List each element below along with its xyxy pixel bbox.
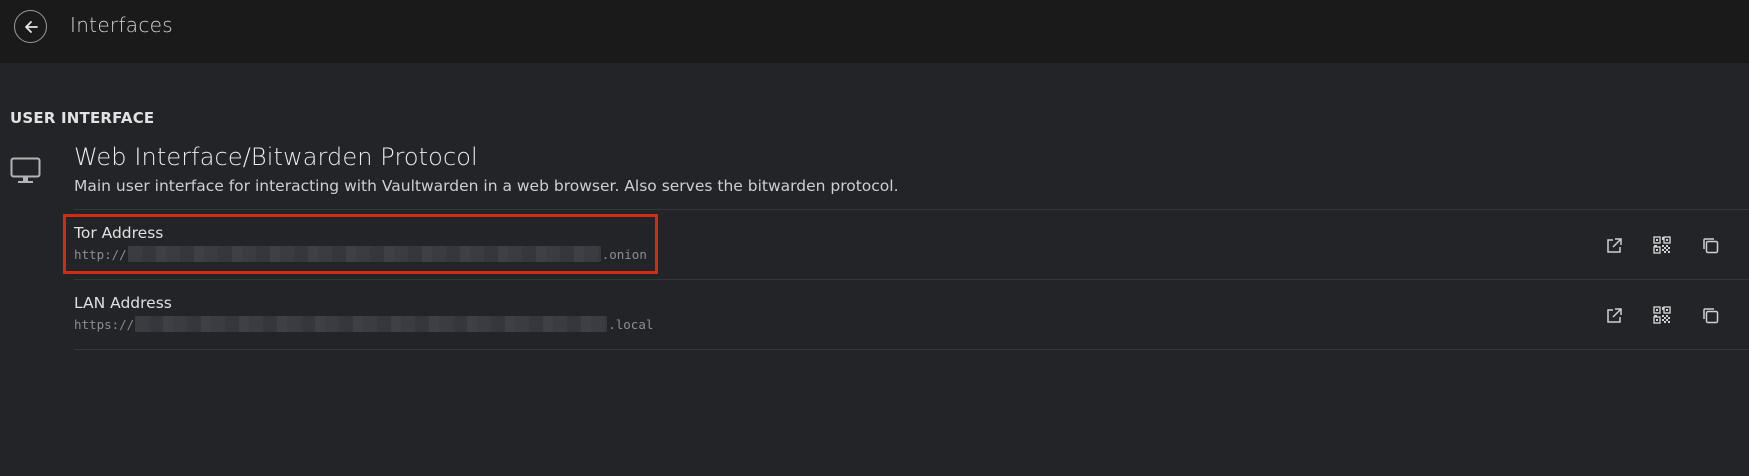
copy-icon: [1702, 307, 1718, 323]
url-suffix: .onion: [601, 246, 647, 262]
address-label: LAN Address: [74, 294, 172, 312]
copy-icon: [1702, 237, 1718, 253]
open-external-button[interactable]: [1605, 306, 1623, 324]
qr-code-icon: [1653, 306, 1671, 324]
address-url[interactable]: https:// .local: [74, 316, 653, 332]
address-row-lan: LAN Address https:// .local: [74, 280, 1749, 350]
url-suffix: .local: [608, 316, 654, 332]
qr-code-button[interactable]: [1653, 236, 1671, 254]
address-url[interactable]: http:// .onion: [74, 246, 647, 262]
redacted-block: [127, 246, 601, 262]
copy-button[interactable]: [1701, 306, 1719, 324]
interface-title: Web Interface/Bitwarden Protocol: [74, 143, 478, 171]
copy-button[interactable]: [1701, 236, 1719, 254]
url-prefix: http://: [74, 246, 127, 262]
address-label: Tor Address: [74, 224, 164, 242]
interface-description: Main user interface for interacting with…: [74, 177, 899, 195]
address-row-tor: Tor Address http:// .onion: [74, 210, 1749, 280]
address-actions: [1605, 210, 1749, 280]
desktop-icon: [10, 157, 41, 183]
open-external-icon: [1606, 237, 1622, 253]
qr-code-button[interactable]: [1653, 306, 1671, 324]
top-header: Interfaces: [0, 0, 1749, 63]
open-external-button[interactable]: [1605, 236, 1623, 254]
address-actions: [1605, 280, 1749, 350]
arrow-left-icon: [24, 20, 38, 33]
page-title: Interfaces: [70, 13, 173, 37]
back-button[interactable]: [14, 10, 47, 43]
url-prefix: https://: [74, 316, 135, 332]
qr-code-icon: [1653, 236, 1671, 254]
open-external-icon: [1606, 307, 1622, 323]
section-title: USER INTERFACE: [10, 109, 155, 127]
redacted-block: [135, 316, 608, 332]
divider: [74, 349, 1749, 350]
